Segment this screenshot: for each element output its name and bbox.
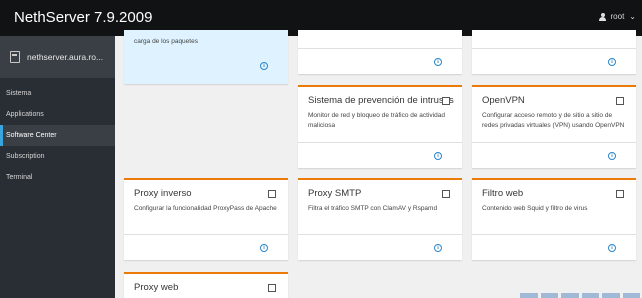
app-title: NethServer 7.9.2009	[14, 9, 153, 26]
card-footer: i	[124, 58, 288, 84]
info-icon[interactable]: i	[608, 152, 616, 160]
app-card-ips[interactable]: Sistema de prevención de intrusos Monito…	[298, 85, 462, 168]
host-selector[interactable]: nethserver.aura.ro...	[0, 36, 115, 78]
select-checkbox[interactable]	[442, 97, 450, 105]
app-card-proxy-web[interactable]: Proxy web	[124, 272, 288, 298]
select-checkbox[interactable]	[268, 190, 276, 198]
sidebar-item-sistema[interactable]: Sistema	[0, 83, 115, 104]
taskbar-strip	[520, 293, 640, 298]
user-icon	[598, 12, 606, 21]
host-label: nethserver.aura.ro...	[27, 52, 104, 62]
app-card[interactable]: carga de los paquetes i	[124, 30, 288, 84]
info-icon[interactable]: i	[434, 152, 442, 160]
card-description: Configurar la funcionalidad ProxyPass de…	[134, 205, 277, 212]
card-description: Monitor de red y bloqueo de tráfico de a…	[308, 112, 445, 129]
select-checkbox[interactable]	[616, 190, 624, 198]
app-card-filtro-web[interactable]: Filtro web Contenido web Squid y filtro …	[472, 178, 636, 260]
select-checkbox[interactable]	[442, 190, 450, 198]
select-checkbox[interactable]	[268, 284, 276, 292]
card-title: Proxy SMTP	[308, 188, 362, 199]
card-footer: i	[298, 142, 462, 168]
info-icon[interactable]: i	[434, 58, 442, 66]
sidebar-item-software-center[interactable]: Software Center	[0, 125, 115, 146]
app-card-openvpn[interactable]: OpenVPN Configurar acceso remoto y de si…	[472, 85, 636, 168]
card-description: Filtra el tráfico SMTP con ClamAV y Rspa…	[308, 205, 438, 212]
app-card[interactable]: i	[298, 30, 462, 74]
sidebar-item-applications[interactable]: Applications	[0, 104, 115, 125]
card-footer: i	[472, 48, 636, 74]
user-name: root	[610, 12, 625, 21]
user-menu[interactable]: root ⌄	[598, 12, 636, 21]
card-footer: i	[298, 48, 462, 74]
app-card[interactable]: i	[472, 30, 636, 74]
card-description: Contenido web Squid y filtro de virus	[482, 205, 588, 212]
card-title: Proxy inverso	[134, 188, 192, 199]
info-icon[interactable]: i	[260, 244, 268, 252]
info-icon[interactable]: i	[608, 244, 616, 252]
sidebar-item-terminal[interactable]: Terminal	[0, 167, 115, 188]
card-title: OpenVPN	[482, 95, 525, 106]
sidebar-nav: Sistema Applications Software Center Sub…	[0, 83, 115, 188]
app-card-proxy-inverso[interactable]: Proxy inverso Configurar la funcionalida…	[124, 178, 288, 260]
card-footer: i	[298, 234, 462, 260]
chevron-down-icon: ⌄	[629, 12, 636, 21]
card-title: Proxy web	[134, 282, 179, 293]
info-icon[interactable]: i	[608, 58, 616, 66]
app-card-proxy-smtp[interactable]: Proxy SMTP Filtra el tráfico SMTP con Cl…	[298, 178, 462, 260]
card-description: Configurar acceso remoto y de sitio a si…	[482, 112, 625, 129]
card-title: Filtro web	[482, 188, 524, 199]
info-icon[interactable]: i	[434, 244, 442, 252]
server-icon	[10, 51, 20, 63]
card-footer: i	[472, 234, 636, 260]
card-title: Sistema de prevención de intrusos	[308, 95, 454, 106]
select-checkbox[interactable]	[616, 97, 624, 105]
card-description: carga de los paquetes	[134, 38, 198, 45]
card-footer: i	[472, 142, 636, 168]
card-footer: i	[124, 234, 288, 260]
sidebar-item-subscription[interactable]: Subscription	[0, 146, 115, 167]
info-icon[interactable]: i	[260, 62, 268, 70]
sidebar: nethserver.aura.ro... Sistema Applicatio…	[0, 36, 115, 298]
